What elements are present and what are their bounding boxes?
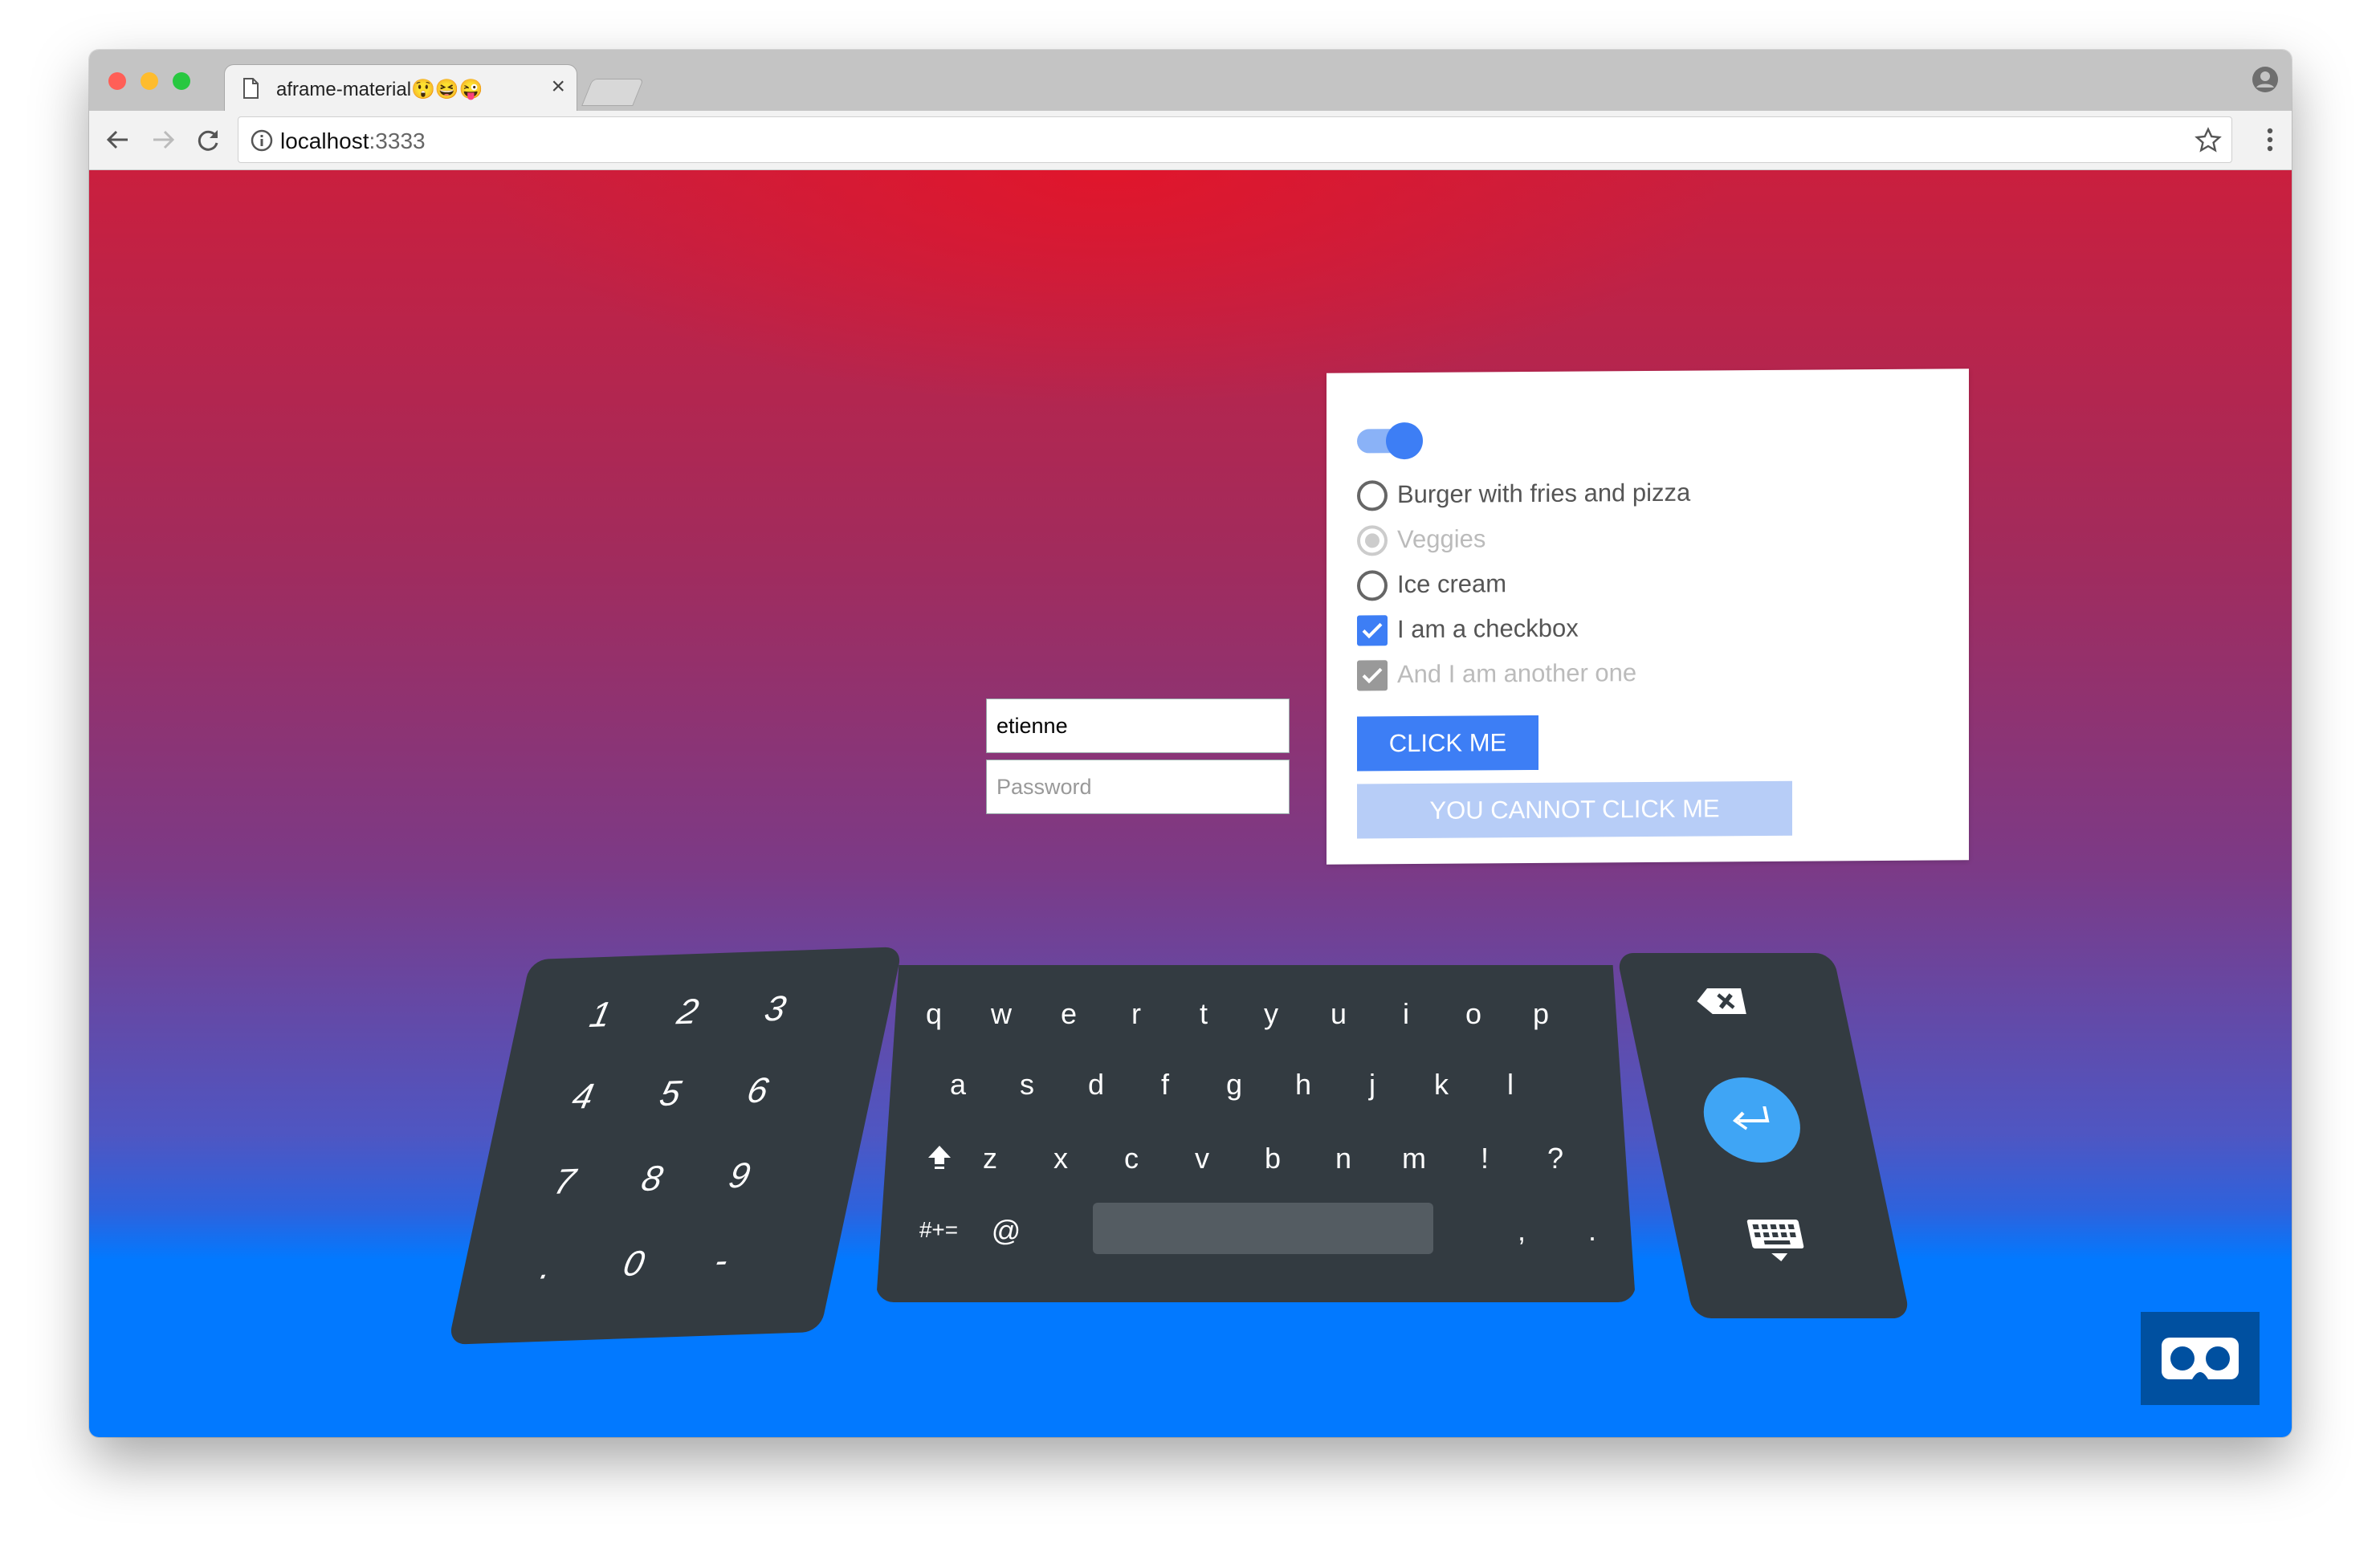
url-text: localhost:3333 <box>280 128 426 154</box>
key[interactable]: a <box>934 1068 982 1102</box>
key[interactable]: j <box>1348 1068 1396 1102</box>
main-keyboard: q w e r t y u i o p a s d f g h j k l z … <box>876 965 1636 1302</box>
key[interactable]: o <box>1449 997 1498 1031</box>
bookmark-star-icon[interactable] <box>2195 127 2222 154</box>
checkbox[interactable] <box>1357 615 1388 646</box>
space-bar[interactable] <box>1093 1203 1433 1254</box>
numpad-key[interactable]: 4 <box>554 1076 611 1118</box>
key[interactable]: z <box>966 1142 1014 1175</box>
key[interactable]: y <box>1247 997 1295 1031</box>
key[interactable]: v <box>1178 1142 1226 1175</box>
enter-button[interactable] <box>1695 1077 1809 1163</box>
minimize-window-button[interactable] <box>141 72 158 90</box>
reload-icon[interactable] <box>194 125 222 154</box>
username-input[interactable]: etienne <box>986 699 1290 753</box>
menu-kebab-icon[interactable] <box>2264 125 2276 154</box>
key[interactable]: h <box>1279 1068 1327 1102</box>
key[interactable]: f <box>1141 1068 1189 1102</box>
radio-button-disabled <box>1357 525 1388 556</box>
key[interactable]: b <box>1249 1142 1297 1175</box>
vr-goggles-icon <box>2162 1338 2239 1379</box>
keyboard-hide-icon[interactable] <box>1745 1218 1809 1263</box>
page-icon <box>243 78 259 99</box>
material-form-panel: Burger with fries and pizza Veggies Ice … <box>1327 369 1969 865</box>
url-host: localhost <box>280 128 369 153</box>
numpad-key[interactable]: - <box>693 1240 750 1282</box>
key[interactable]: l <box>1486 1068 1534 1102</box>
new-tab-button[interactable] <box>581 79 644 106</box>
checkbox-label: I am a checkbox <box>1397 613 1579 644</box>
radio-label: Burger with fries and pizza <box>1397 478 1691 509</box>
title-bar: aframe-material😲😆😜 × <box>89 50 2292 112</box>
key[interactable]: @ <box>982 1214 1030 1248</box>
checkbox-disabled <box>1357 660 1388 691</box>
numpad-key[interactable]: 7 <box>536 1161 593 1203</box>
numpad-key[interactable]: 3 <box>747 988 804 1030</box>
backspace-icon[interactable] <box>1692 985 1750 1017</box>
back-arrow-icon[interactable] <box>104 125 132 154</box>
key[interactable]: n <box>1319 1142 1367 1175</box>
key[interactable]: t <box>1180 997 1228 1031</box>
action-keyboard <box>1616 953 1911 1318</box>
key[interactable]: c <box>1107 1142 1155 1175</box>
browser-window: aframe-material😲😆😜 × localhost:3333 etie… <box>89 50 2292 1437</box>
forward-arrow-icon[interactable] <box>149 125 177 154</box>
key[interactable]: g <box>1210 1068 1258 1102</box>
maximize-window-button[interactable] <box>173 72 190 90</box>
checkmark-icon <box>1362 622 1383 639</box>
key[interactable]: q <box>910 997 958 1031</box>
url-port: :3333 <box>369 128 426 153</box>
key[interactable]: p <box>1517 997 1565 1031</box>
info-icon[interactable] <box>250 128 274 153</box>
numpad-key[interactable]: 1 <box>572 995 629 1037</box>
tab-close-icon[interactable]: × <box>551 73 565 100</box>
checkbox-label: And I am another one <box>1397 658 1637 689</box>
numpad-key[interactable]: 8 <box>623 1159 680 1200</box>
key[interactable]: m <box>1390 1142 1438 1175</box>
symbols-key[interactable]: #+= <box>907 1217 971 1243</box>
enter-icon <box>1732 1106 1770 1130</box>
numpad-key[interactable]: 9 <box>711 1155 768 1197</box>
radio-label: Ice cream <box>1397 569 1507 599</box>
close-window-button[interactable] <box>108 72 126 90</box>
key[interactable]: s <box>1003 1068 1051 1102</box>
key[interactable]: i <box>1382 997 1430 1031</box>
address-bar[interactable]: localhost:3333 <box>238 116 2232 163</box>
key[interactable]: w <box>977 997 1025 1031</box>
key[interactable]: u <box>1314 997 1363 1031</box>
numpad-key[interactable]: 2 <box>659 992 716 1033</box>
enter-vr-button[interactable] <box>2141 1312 2260 1405</box>
key[interactable]: ? <box>1531 1142 1579 1175</box>
key[interactable]: d <box>1072 1068 1120 1102</box>
click-me-button[interactable]: CLICK ME <box>1357 715 1538 772</box>
key[interactable]: k <box>1417 1068 1465 1102</box>
password-input[interactable]: Password <box>986 760 1290 814</box>
toggle-knob[interactable] <box>1386 422 1423 460</box>
checkmark-icon <box>1362 667 1383 684</box>
profile-icon[interactable] <box>2252 66 2279 93</box>
radio-label: Veggies <box>1397 524 1486 554</box>
browser-toolbar: localhost:3333 <box>89 111 2292 170</box>
key[interactable]: . <box>1568 1214 1616 1248</box>
key[interactable]: , <box>1498 1214 1546 1248</box>
key[interactable]: x <box>1037 1142 1085 1175</box>
shift-icon[interactable] <box>926 1143 953 1171</box>
radio-button[interactable] <box>1357 570 1388 601</box>
tab-title: aframe-material😲😆😜 <box>276 79 483 100</box>
vr-scene[interactable]: etienne Password Burger with fries and p… <box>89 170 2292 1437</box>
disabled-button: YOU CANNOT CLICK ME <box>1357 780 1792 839</box>
numpad-key[interactable]: 5 <box>642 1073 699 1115</box>
key[interactable]: e <box>1045 997 1093 1031</box>
key[interactable]: r <box>1112 997 1160 1031</box>
numpad-key[interactable]: 0 <box>605 1244 662 1285</box>
key[interactable]: ! <box>1461 1142 1509 1175</box>
numpad-key[interactable]: . <box>518 1246 575 1288</box>
numpad-key[interactable]: 6 <box>729 1070 786 1112</box>
numpad-keyboard: 1 2 3 4 5 6 7 8 9 . 0 - <box>447 947 903 1345</box>
browser-tab[interactable]: aframe-material😲😆😜 × <box>224 64 577 112</box>
radio-button[interactable] <box>1357 480 1388 511</box>
